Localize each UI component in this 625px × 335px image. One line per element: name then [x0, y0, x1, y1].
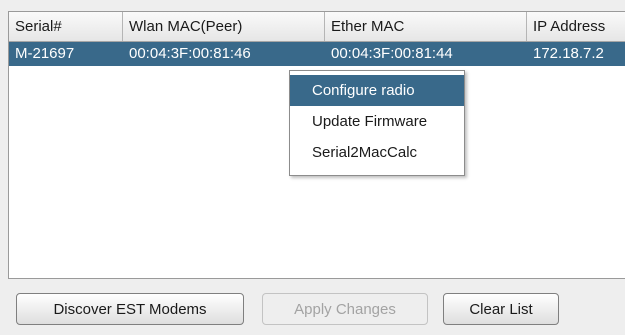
table-header: Serial# Wlan MAC(Peer) Ether MAC IP Addr… — [9, 12, 625, 42]
context-menu: Configure radio Update Firmware Serial2M… — [289, 70, 465, 176]
column-header-serial[interactable]: Serial# — [9, 12, 123, 41]
cell-serial: M-21697 — [15, 45, 75, 62]
column-header-ether-mac[interactable]: Ether MAC — [325, 12, 527, 41]
cell-wlan-mac: 00:04:3F:00:81:46 — [129, 45, 251, 62]
column-header-ip-address[interactable]: IP Address — [527, 12, 625, 41]
cell-ether-mac: 00:04:3F:00:81:44 — [331, 45, 453, 62]
column-header-wlan-mac[interactable]: Wlan MAC(Peer) — [123, 12, 325, 41]
clear-list-button[interactable]: Clear List — [443, 293, 559, 325]
cell-ip-address: 172.18.7.2 — [533, 45, 604, 62]
menu-item-configure-radio[interactable]: Configure radio — [290, 75, 464, 106]
discover-est-modems-button[interactable]: Discover EST Modems — [16, 293, 244, 325]
table-row[interactable]: M-21697 00:04:3F:00:81:46 00:04:3F:00:81… — [9, 42, 625, 66]
menu-item-update-firmware[interactable]: Update Firmware — [290, 106, 464, 137]
apply-changes-button[interactable]: Apply Changes — [262, 293, 428, 325]
menu-item-serial2maccalc[interactable]: Serial2MacCalc — [290, 137, 464, 168]
